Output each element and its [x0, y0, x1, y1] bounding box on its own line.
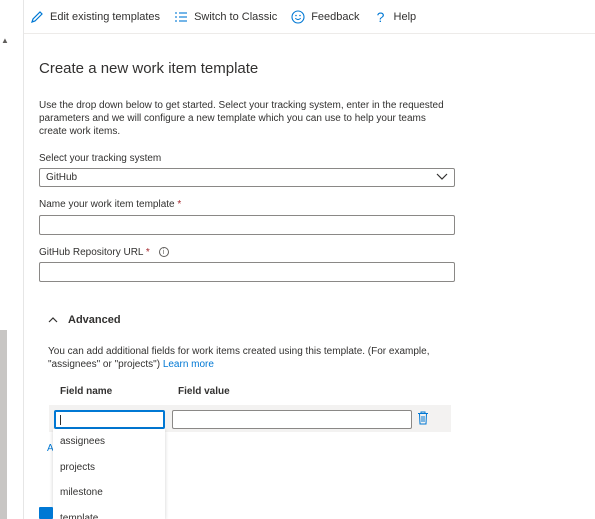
edit-templates-button[interactable]: Edit existing templates — [30, 10, 160, 24]
left-rail: ▲ — [0, 0, 24, 519]
tracking-system-dropdown[interactable]: GitHub — [39, 168, 455, 187]
advanced-header-label: Advanced — [68, 314, 121, 326]
field-value-header: Field value — [178, 386, 230, 397]
collapse-arrow-icon[interactable]: ▲ — [1, 36, 9, 45]
create-button[interactable] — [39, 507, 53, 519]
field-name-suggestions: assignees projects milestone template — [53, 429, 165, 519]
pencil-icon — [30, 10, 44, 24]
help-button[interactable]: ? Help — [374, 8, 417, 25]
tracking-system-value: GitHub — [46, 172, 78, 183]
feedback-button[interactable]: Feedback — [291, 9, 360, 24]
switch-classic-button[interactable]: Switch to Classic — [174, 10, 277, 24]
repo-url-input[interactable] — [39, 262, 455, 282]
field-name-input[interactable] — [54, 410, 165, 429]
tracking-system-label: Select your tracking system — [39, 153, 162, 164]
template-name-input[interactable] — [39, 215, 455, 235]
edit-templates-label: Edit existing templates — [50, 10, 161, 23]
learn-more-link[interactable]: Learn more — [163, 359, 214, 370]
text-cursor — [60, 415, 61, 425]
toolbar: Edit existing templates Switch to Classi… — [24, 0, 595, 34]
advanced-description-text: You can add additional fields for work i… — [48, 346, 430, 370]
suggestion-item[interactable]: projects — [53, 455, 165, 481]
required-marker: * — [177, 199, 182, 210]
page-title: Create a new work item template — [39, 60, 259, 77]
help-label: Help — [393, 10, 417, 23]
template-name-label-text: Name your work item template — [39, 199, 175, 210]
suggestion-item[interactable]: milestone — [53, 480, 165, 506]
switch-classic-label: Switch to Classic — [194, 10, 278, 23]
chevron-down-icon — [436, 172, 448, 185]
advanced-description: You can add additional fields for work i… — [48, 345, 458, 371]
repo-url-label: GitHub Repository URL * i — [39, 247, 169, 258]
question-icon: ? — [376, 8, 385, 25]
info-icon[interactable]: i — [158, 247, 169, 258]
feedback-label: Feedback — [311, 10, 360, 23]
smiley-icon — [291, 9, 305, 24]
page-description: Use the drop down below to get started. … — [39, 100, 444, 137]
repo-url-label-text: GitHub Repository URL — [39, 247, 144, 258]
required-marker: * — [145, 247, 150, 258]
list-icon — [174, 10, 188, 24]
advanced-toggle[interactable]: Advanced — [48, 314, 121, 326]
trash-icon[interactable] — [417, 411, 429, 430]
chevron-up-icon — [48, 316, 58, 324]
suggestion-item[interactable]: assignees — [53, 429, 165, 455]
suggestion-item[interactable]: template — [53, 506, 165, 519]
template-name-label: Name your work item template * — [39, 199, 181, 210]
field-value-input[interactable] — [172, 410, 412, 429]
scrollbar[interactable] — [0, 330, 7, 519]
field-name-header: Field name — [60, 386, 113, 397]
